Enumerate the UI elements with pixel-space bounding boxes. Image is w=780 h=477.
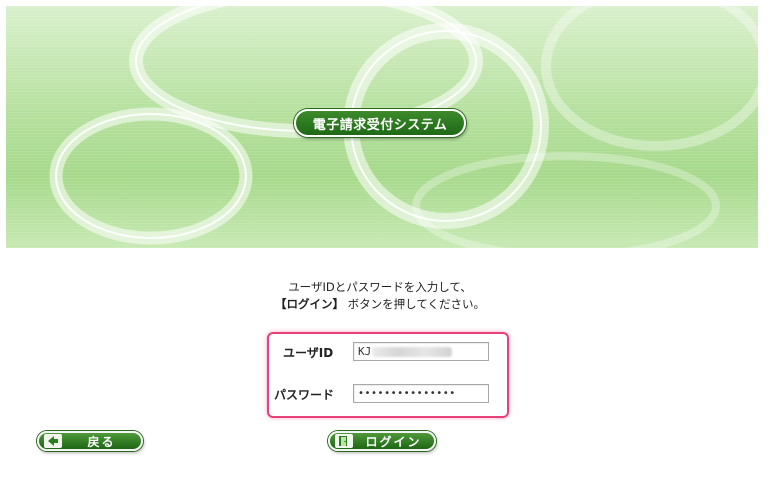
login-button[interactable]: ログイン [328,431,436,451]
redacted-blur [372,347,453,357]
password-input[interactable]: ••••••••••••••• [353,384,489,403]
back-button[interactable]: 戻る [37,431,143,451]
instruction-line-2-text: ボタンを押してください。 [347,297,485,311]
arrow-left-icon [44,434,62,448]
instruction-line-2: 【ログイン】 ボタンを押してください。 [0,296,760,313]
userid-input[interactable]: KJ [353,342,489,361]
instruction-line-1: ユーザIDとパスワードを入力して、 [288,280,472,294]
login-instructions: ユーザIDとパスワードを入力して、 【ログイン】 ボタンを押してください。 [0,279,760,313]
door-enter-icon [335,434,353,448]
password-value: ••••••••••••••• [358,388,456,399]
userid-label: ユーザID [283,346,334,360]
password-label: パスワード [274,388,335,402]
instruction-login-keyword: 【ログイン】 [275,297,345,311]
userid-value: KJ [358,345,372,358]
back-button-label: 戻る [87,434,116,449]
login-button-label: ログイン [365,434,422,449]
system-title: 電子請求受付システム [294,109,466,137]
